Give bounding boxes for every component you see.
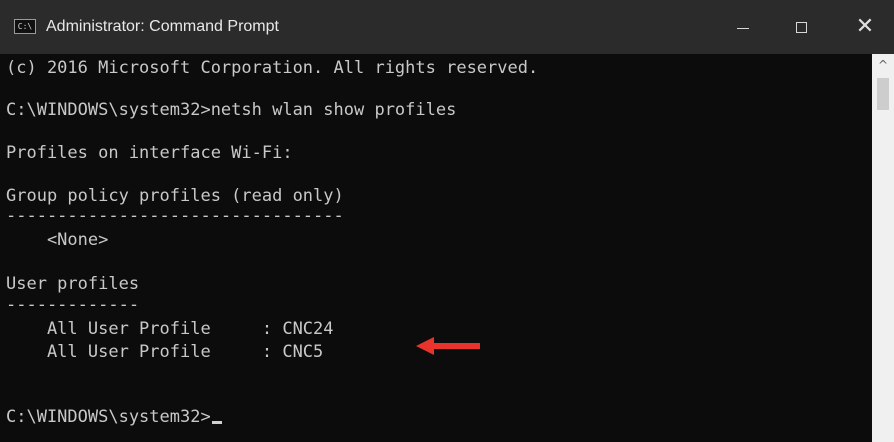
scrollbar-thumb[interactable]	[877, 78, 889, 110]
minimize-icon	[737, 27, 749, 29]
maximize-icon	[795, 21, 807, 33]
prompt-line[interactable]: C:\WINDOWS\system32>	[6, 406, 222, 428]
command-prompt-icon: C:\	[14, 19, 36, 34]
title-bar[interactable]: C:\ Administrator: Command Prompt ✕	[0, 0, 894, 54]
none-entry: <None>	[6, 230, 109, 250]
arrow-icon	[416, 337, 480, 355]
interface-heading: Profiles on interface Wi-Fi:	[6, 143, 293, 163]
vertical-scrollbar[interactable]: ^	[872, 54, 894, 442]
red-arrow-annotation	[416, 337, 480, 355]
close-button[interactable]: ✕	[836, 0, 894, 54]
command-prompt-window: C:\ Administrator: Command Prompt ✕ (c) …	[0, 0, 894, 442]
chevron-up-icon: ^	[877, 58, 889, 72]
group-policy-heading: Group policy profiles (read only)	[6, 186, 344, 206]
minimize-button[interactable]	[714, 0, 772, 54]
maximize-button[interactable]	[772, 0, 830, 54]
close-icon: ✕	[855, 14, 875, 39]
console-output[interactable]: (c) 2016 Microsoft Corporation. All righ…	[0, 54, 872, 442]
scroll-up-button[interactable]: ^	[872, 54, 894, 76]
text-cursor	[211, 421, 222, 424]
separator-line: -------------	[6, 295, 140, 315]
profile-entry: All User Profile : CNC24	[6, 319, 334, 339]
copyright-line: (c) 2016 Microsoft Corporation. All righ…	[6, 58, 539, 78]
profile-entry: All User Profile : CNC5	[6, 342, 324, 362]
separator-line: ---------------------------------	[6, 206, 344, 226]
window-title: Administrator: Command Prompt	[46, 18, 279, 35]
command-line: C:\WINDOWS\system32>netsh wlan show prof…	[6, 100, 457, 120]
user-profiles-heading: User profiles	[6, 274, 140, 294]
prompt-text: C:\WINDOWS\system32>	[6, 407, 211, 427]
